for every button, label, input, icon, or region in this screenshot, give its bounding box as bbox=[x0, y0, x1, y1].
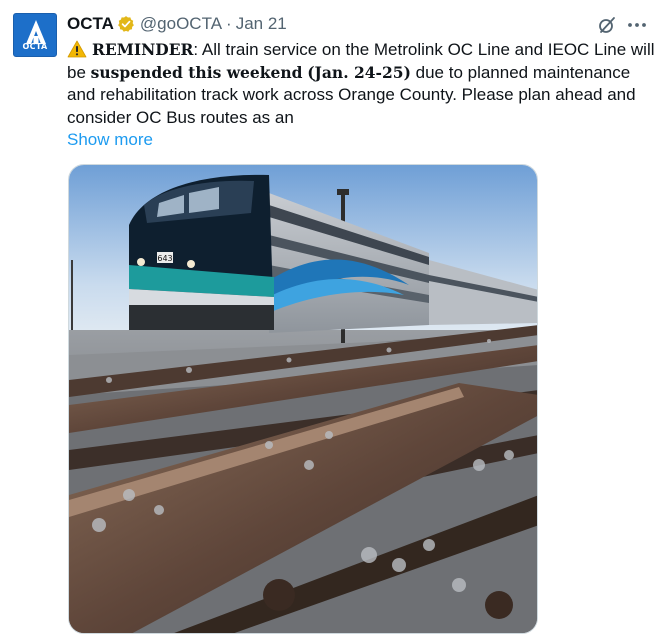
train-on-tracks-photo: 643 bbox=[69, 165, 537, 633]
grok-icon[interactable] bbox=[597, 15, 617, 35]
separator-dot: · bbox=[226, 14, 232, 33]
tweet-header: OCTA @goOCTA · Jan 21 bbox=[67, 13, 287, 35]
show-more-link[interactable]: Show more bbox=[67, 130, 153, 150]
display-name[interactable]: OCTA bbox=[67, 14, 114, 34]
handle[interactable]: @goOCTA bbox=[140, 14, 222, 34]
verified-badge-icon bbox=[117, 15, 135, 33]
more-options-icon[interactable] bbox=[626, 15, 648, 35]
tweet-emphasis-dates: (Jan. 24-25) bbox=[307, 62, 411, 82]
tweet-media-image[interactable]: 643 bbox=[68, 164, 538, 634]
reminder-label: REMINDER bbox=[92, 40, 194, 59]
warning-icon bbox=[67, 40, 87, 58]
tweet-date[interactable]: Jan 21 bbox=[236, 14, 287, 34]
octa-logo-icon bbox=[26, 20, 46, 44]
avatar-text: OCTA bbox=[22, 42, 48, 51]
tweet-text: REMINDER: All train service on the Metro… bbox=[67, 39, 657, 129]
tweet-card[interactable]: OCTA OCTA @goOCTA · Jan 21 REMINDER: All… bbox=[0, 0, 662, 642]
train-number-label: 643 bbox=[157, 254, 172, 263]
tweet-emphasis-suspended: suspended this weekend bbox=[90, 62, 303, 82]
avatar[interactable]: OCTA bbox=[13, 13, 57, 57]
